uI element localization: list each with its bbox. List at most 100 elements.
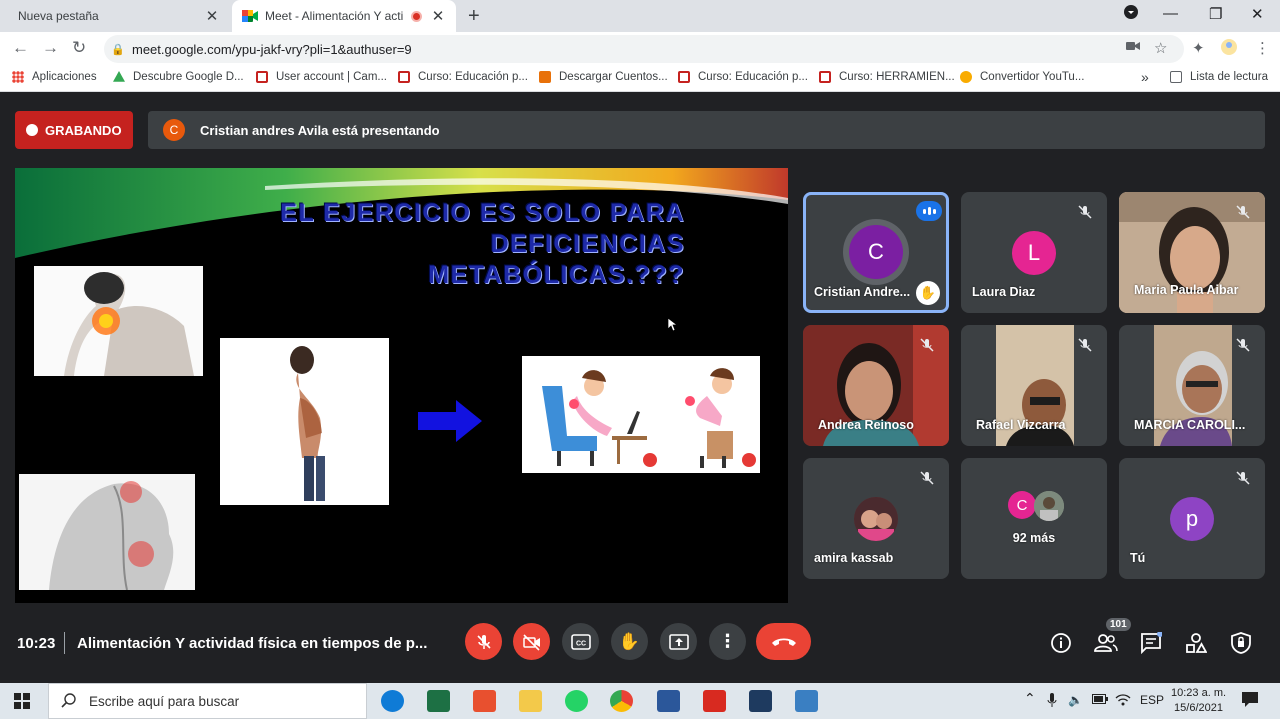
meeting-details-button[interactable]	[1049, 631, 1073, 655]
posture-woman-image	[220, 338, 389, 505]
edge-icon[interactable]	[381, 690, 404, 712]
whatsapp-icon[interactable]	[565, 690, 588, 712]
raised-hand-icon: ✋	[916, 281, 940, 305]
new-tab-button[interactable]: +	[468, 5, 480, 28]
activities-icon	[1186, 633, 1207, 653]
bookmark-curso-2[interactable]: Curso: Educación p...	[678, 71, 808, 83]
tab-meet[interactable]: Meet - Alimentación Y activi ✕	[232, 0, 456, 32]
close-tab-icon[interactable]: ✕	[204, 7, 220, 25]
photos-icon[interactable]	[795, 690, 818, 712]
bookmark-curso-herramientas[interactable]: Curso: HERRAMIEN...	[819, 71, 955, 83]
present-screen-button[interactable]	[660, 623, 697, 660]
language-indicator[interactable]: ESP	[1140, 693, 1164, 707]
powerpoint-icon[interactable]	[473, 690, 496, 712]
bookmark-google-drive[interactable]: Descubre Google D...	[113, 71, 244, 83]
chat-button[interactable]	[1139, 631, 1163, 655]
tab-nueva-pestana[interactable]: Nueva pestaña ✕	[8, 0, 230, 32]
google-drive-icon	[113, 71, 125, 82]
mic-off-icon	[1078, 205, 1092, 219]
recording-dot-icon	[26, 124, 38, 136]
course-icon	[256, 71, 268, 83]
leave-call-button[interactable]	[756, 623, 811, 660]
windows-start-icon[interactable]	[14, 693, 30, 714]
lock-icon[interactable]: 🔒	[104, 43, 132, 56]
participant-tile-laura[interactable]: L Laura Diaz	[961, 192, 1107, 313]
raise-hand-button[interactable]: ✋	[611, 623, 648, 660]
bookmark-label: Convertidor YouTu...	[980, 71, 1085, 83]
participant-tile-andrea[interactable]: Andrea Reinoso	[803, 325, 949, 446]
bad-posture-illustration	[522, 356, 760, 473]
close-window-icon[interactable]: ✕	[1251, 5, 1264, 23]
acrobat-icon[interactable]	[703, 690, 726, 712]
more-options-button[interactable]: ⋮	[709, 623, 746, 660]
captions-button[interactable]: CC	[562, 623, 599, 660]
participant-tile-marcia[interactable]: MARCIA CAROLI...	[1119, 325, 1265, 446]
present-icon	[668, 633, 689, 650]
bookmark-label: Curso: Educación p...	[698, 71, 808, 83]
participant-tile-you[interactable]: p Tú	[1119, 458, 1265, 579]
bookmark-convertidor-youtube[interactable]: Convertidor YouTu...	[960, 71, 1084, 83]
extensions-icon[interactable]: ✦	[1192, 39, 1205, 57]
shield-icon	[1231, 632, 1251, 654]
notifications-icon[interactable]	[1241, 691, 1259, 711]
chrome-icon[interactable]	[610, 690, 633, 712]
avatar-photo	[1034, 491, 1064, 521]
hand-icon: ✋	[618, 631, 641, 651]
file-explorer-icon[interactable]	[519, 690, 542, 712]
camera-toggle-button[interactable]	[513, 623, 550, 660]
minimize-icon[interactable]: —	[1163, 5, 1178, 22]
chat-icon	[1141, 632, 1162, 654]
activities-button[interactable]	[1184, 631, 1208, 655]
mouse-cursor-icon	[668, 318, 678, 331]
bookmark-curso-1[interactable]: Curso: Educación p...	[398, 71, 528, 83]
back-icon[interactable]: ←	[12, 38, 29, 58]
battery-icon[interactable]	[1092, 693, 1108, 707]
word-icon[interactable]	[657, 690, 680, 712]
profile-avatar-icon[interactable]	[1221, 39, 1237, 59]
url-text: meet.google.com/ypu-jakf-vry?pli=1&authu…	[132, 41, 412, 57]
avatar: p	[1170, 497, 1214, 541]
video-editor-icon[interactable]	[749, 690, 772, 712]
close-tab-icon[interactable]: ✕	[430, 7, 446, 25]
forward-icon[interactable]: →	[42, 38, 59, 58]
meeting-title: Alimentación Y actividad física en tiemp…	[77, 635, 428, 652]
participant-tile-more[interactable]: C 92 más	[961, 458, 1107, 579]
windows-taskbar: Escribe aquí para buscar ⌃ 🔈 ESP 10:23 a…	[0, 683, 1280, 719]
volume-icon[interactable]: 🔈	[1068, 693, 1083, 707]
excel-icon[interactable]	[427, 690, 450, 712]
bookmark-apps[interactable]: Aplicaciones	[12, 71, 97, 83]
tab-title: Nueva pestaña	[18, 9, 99, 23]
address-bar[interactable]: 🔒 meet.google.com/ypu-jakf-vry?pli=1&aut…	[104, 35, 1184, 63]
tray-expand-icon[interactable]: ⌃	[1024, 690, 1036, 707]
tab-bar: Nueva pestaña ✕ Meet - Alimentación Y ac…	[0, 0, 1280, 32]
presenter-avatar: C	[163, 119, 185, 141]
wifi-icon[interactable]	[1115, 693, 1131, 710]
reading-list-icon	[1170, 71, 1182, 83]
taskbar-search-input[interactable]: Escribe aquí para buscar	[48, 683, 367, 719]
profile-dropdown-icon[interactable]	[1124, 5, 1138, 23]
back-pain-image	[19, 474, 195, 590]
reading-list-button[interactable]: Lista de lectura	[1170, 71, 1268, 83]
course-icon	[678, 71, 690, 83]
camera-icon[interactable]	[1126, 39, 1140, 56]
bookmark-user-account[interactable]: User account | Cam...	[256, 71, 387, 83]
participant-tile-cristian[interactable]: C Cristian Andre... ✋	[803, 192, 949, 313]
bookmark-descargar-cuentos[interactable]: Descargar Cuentos...	[539, 71, 668, 83]
more-bookmarks-button[interactable]: »	[1141, 69, 1149, 85]
divider	[64, 632, 65, 654]
maximize-icon[interactable]: ❐	[1209, 5, 1222, 23]
slide-title-line-1: EL EJERCICIO ES SOLO PARA DEFICIENCIAS	[280, 199, 685, 258]
clock[interactable]: 10:23 a. m. 15/6/2021	[1171, 686, 1226, 716]
microphone-toggle-button[interactable]	[465, 623, 502, 660]
microphone-tray-icon[interactable]	[1047, 693, 1057, 711]
bookmark-star-icon[interactable]: ☆	[1154, 39, 1167, 57]
participant-tile-maria-paula[interactable]: Maria Paula Aibar	[1119, 192, 1265, 313]
people-button[interactable]	[1094, 631, 1118, 655]
menu-icon[interactable]: ⋮	[1255, 39, 1270, 57]
participant-tile-rafael[interactable]: Rafael Vizcarra	[961, 325, 1107, 446]
participant-tile-amira[interactable]: amira kassab	[803, 458, 949, 579]
presenting-text: Cristian andres Avila está presentando	[200, 122, 440, 138]
host-controls-button[interactable]	[1229, 631, 1253, 655]
participant-name: Andrea Reinoso	[818, 418, 914, 432]
reload-icon[interactable]: ↻	[72, 38, 86, 58]
